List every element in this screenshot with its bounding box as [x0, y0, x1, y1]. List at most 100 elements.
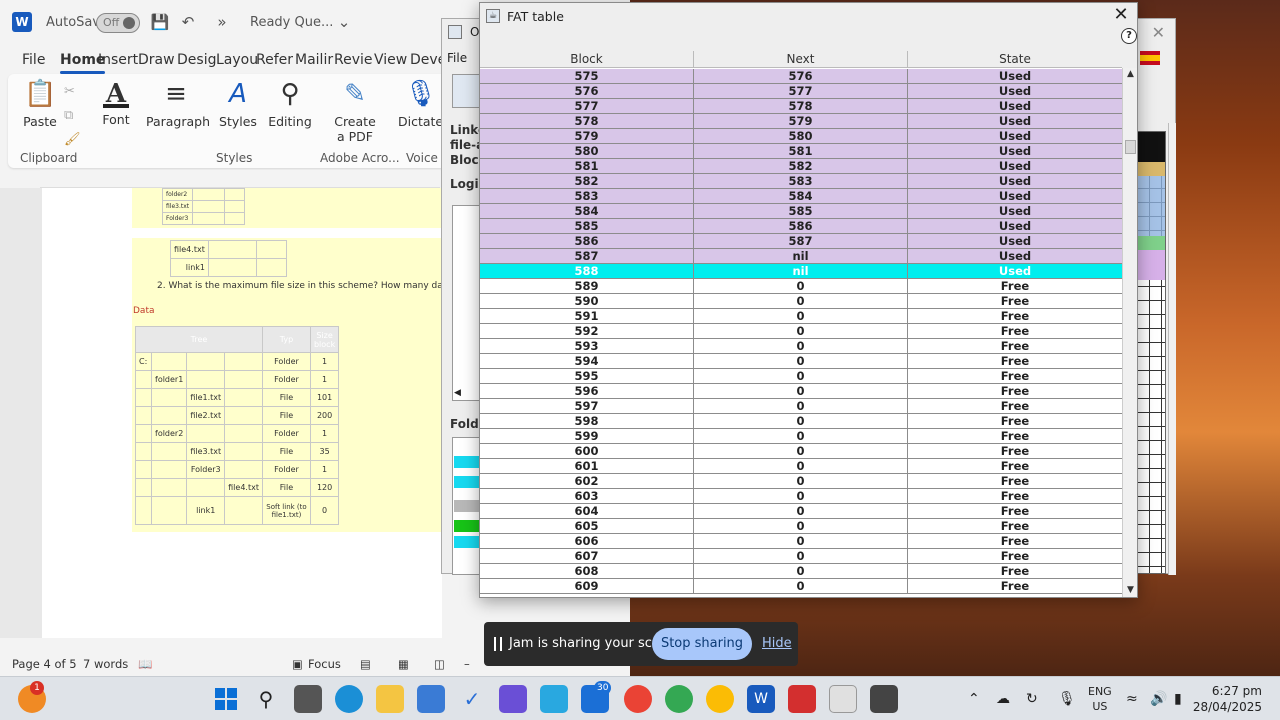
- print-layout-icon[interactable]: ▦: [398, 657, 409, 671]
- font-button[interactable]: A Font: [98, 78, 134, 127]
- volume-icon[interactable]: 🔊: [1150, 691, 1167, 707]
- stop-sharing-button[interactable]: Stop sharing: [652, 628, 752, 660]
- web-layout-icon[interactable]: ◫: [434, 657, 445, 671]
- page-count[interactable]: Page 4 of 5: [12, 657, 77, 671]
- chrome-icon[interactable]: [624, 685, 652, 713]
- document-name[interactable]: Ready Que...: [250, 15, 333, 30]
- wifi-icon[interactable]: ≈: [1126, 691, 1138, 707]
- search-icon[interactable]: ⚲: [252, 685, 280, 713]
- java-close-icon[interactable]: ✕: [1152, 23, 1165, 42]
- scroll-thumb[interactable]: [1125, 140, 1136, 154]
- scroll-up-icon[interactable]: ▲: [1125, 69, 1136, 80]
- focus-label[interactable]: Focus: [308, 657, 341, 671]
- table-row[interactable]: 579 580 Used: [480, 129, 1122, 144]
- chevron-up-icon[interactable]: ⌃: [968, 691, 980, 707]
- tab-review[interactable]: Revie: [334, 52, 373, 68]
- read-mode-icon[interactable]: ▤: [360, 657, 371, 671]
- table-row[interactable]: 608 0 Free: [480, 564, 1122, 579]
- table-row[interactable]: 597 0 Free: [480, 399, 1122, 414]
- table-row[interactable]: 599 0 Free: [480, 429, 1122, 444]
- table-row[interactable]: 594 0 Free: [480, 354, 1122, 369]
- fat-titlebar[interactable]: ☕ FAT table ✕: [480, 3, 1137, 29]
- tab-draw[interactable]: Draw: [138, 52, 175, 68]
- table-row[interactable]: 589 0 Free: [480, 279, 1122, 294]
- java-toolbar-button[interactable]: [452, 74, 480, 108]
- battery-icon[interactable]: ▮: [1174, 691, 1182, 707]
- editing-button[interactable]: ⚲ Editing: [268, 78, 312, 129]
- chrome-profile-icon[interactable]: [665, 685, 693, 713]
- table-row[interactable]: 607 0 Free: [480, 549, 1122, 564]
- chevron-down-icon[interactable]: ⌄: [334, 12, 354, 32]
- hide-link[interactable]: Hide: [762, 636, 792, 651]
- fat-scrollbar[interactable]: ▲ ▼: [1122, 68, 1137, 597]
- table-row[interactable]: 585 586 Used: [480, 219, 1122, 234]
- table-row[interactable]: 604 0 Free: [480, 504, 1122, 519]
- table-row[interactable]: 591 0 Free: [480, 309, 1122, 324]
- store-icon[interactable]: [417, 685, 445, 713]
- chrome-profile-2-icon[interactable]: [706, 685, 734, 713]
- styles-button[interactable]: A Styles: [218, 78, 258, 129]
- document-page[interactable]: folder2 file3.txt Folder3 file4.txt link…: [42, 188, 442, 638]
- zoom-out-icon[interactable]: –: [464, 657, 470, 671]
- column-header-state[interactable]: State: [908, 51, 1122, 68]
- table-row[interactable]: 593 0 Free: [480, 339, 1122, 354]
- paragraph-button[interactable]: ≡ Paragraph: [146, 78, 210, 129]
- edge-icon[interactable]: [335, 685, 363, 713]
- table-row[interactable]: 581 582 Used: [480, 159, 1122, 174]
- table-row[interactable]: 590 0 Free: [480, 294, 1122, 309]
- create-pdf-button[interactable]: ✎ Create a PDF: [330, 78, 380, 144]
- table-row[interactable]: 598 0 Free: [480, 414, 1122, 429]
- column-header-next[interactable]: Next: [694, 51, 908, 68]
- table-row[interactable]: 606 0 Free: [480, 534, 1122, 549]
- table-row[interactable]: 584 585 Used: [480, 204, 1122, 219]
- table-row[interactable]: 592 0 Free: [480, 324, 1122, 339]
- table-row[interactable]: 601 0 Free: [480, 459, 1122, 474]
- start-icon[interactable]: [212, 685, 240, 713]
- focus-icon[interactable]: ▣: [292, 657, 303, 671]
- scroll-left-icon[interactable]: ◀: [454, 388, 461, 398]
- app-icon[interactable]: [499, 685, 527, 713]
- sync-icon[interactable]: ↻: [1026, 691, 1038, 707]
- microphone-icon[interactable]: 🎙: [1058, 691, 1076, 707]
- onedrive-icon[interactable]: ☁: [996, 691, 1010, 707]
- java-taskbar-icon[interactable]: [829, 685, 857, 713]
- java-scrollbar[interactable]: [1168, 123, 1176, 575]
- tab-design[interactable]: Desig: [177, 52, 216, 68]
- app-taskbar-icon[interactable]: [870, 685, 898, 713]
- table-row[interactable]: 603 0 Free: [480, 489, 1122, 504]
- task-view-icon[interactable]: [294, 685, 322, 713]
- paste-button[interactable]: 📋 Paste: [22, 78, 58, 129]
- tab-layout[interactable]: Layou: [216, 52, 258, 68]
- column-header-block[interactable]: Block: [480, 51, 694, 68]
- scroll-down-icon[interactable]: ▼: [1125, 585, 1136, 596]
- table-row[interactable]: 595 0 Free: [480, 369, 1122, 384]
- table-row[interactable]: 609 0 Free: [480, 579, 1122, 594]
- undo-icon[interactable]: ↶: [178, 12, 198, 32]
- todo-icon[interactable]: ✓: [458, 685, 486, 713]
- word-count[interactable]: 7 words: [83, 657, 128, 671]
- word-taskbar-icon[interactable]: W: [747, 685, 775, 713]
- table-row[interactable]: 602 0 Free: [480, 474, 1122, 489]
- save-icon[interactable]: 💾: [150, 12, 170, 32]
- table-row[interactable]: 588 nil Used: [480, 264, 1122, 279]
- table-row[interactable]: 596 0 Free: [480, 384, 1122, 399]
- java-menu-file[interactable]: File: [447, 51, 467, 65]
- tab-insert[interactable]: Insert: [98, 52, 138, 68]
- table-row[interactable]: 583 584 Used: [480, 189, 1122, 204]
- proofing-icon[interactable]: 📖: [138, 657, 152, 671]
- autosave-toggle[interactable]: Off: [96, 13, 140, 33]
- table-row[interactable]: 577 578 Used: [480, 99, 1122, 114]
- table-row[interactable]: 582 583 Used: [480, 174, 1122, 189]
- tab-references[interactable]: Refer: [256, 52, 293, 68]
- table-row[interactable]: 586 587 Used: [480, 234, 1122, 249]
- table-row[interactable]: 575 576 Used: [480, 69, 1122, 84]
- dictate-button[interactable]: 🎙 Dictate: [398, 78, 443, 129]
- table-row[interactable]: 580 581 Used: [480, 144, 1122, 159]
- acrobat-icon[interactable]: [788, 685, 816, 713]
- table-row[interactable]: 576 577 Used: [480, 84, 1122, 99]
- language-indicator[interactable]: ENG US: [1088, 684, 1112, 714]
- table-row[interactable]: 587 nil Used: [480, 249, 1122, 264]
- tab-file[interactable]: File: [22, 52, 45, 68]
- file-explorer-icon[interactable]: [376, 685, 404, 713]
- table-row[interactable]: 600 0 Free: [480, 444, 1122, 459]
